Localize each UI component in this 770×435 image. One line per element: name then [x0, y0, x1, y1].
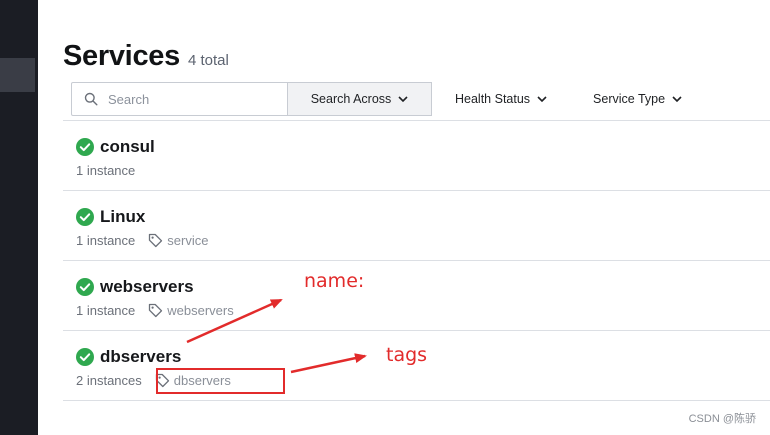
service-row[interactable]: dbservers 2 instances dbservers [63, 331, 770, 401]
instance-count: 1 instance [76, 233, 136, 248]
tag-label: webservers [167, 303, 234, 318]
sidebar [0, 0, 38, 435]
search-across-label: Search Across [310, 92, 392, 106]
service-name[interactable]: consul [100, 137, 155, 157]
instance-count: 1 instance [76, 303, 136, 318]
service-tag: webservers [148, 303, 234, 318]
instance-count: 2 instances [76, 373, 142, 388]
service-row[interactable]: Linux 1 instance service [63, 191, 770, 261]
service-type-label: Service Type [593, 92, 666, 106]
tag-icon [149, 233, 163, 248]
page-header: Services 4 total [63, 40, 229, 73]
service-row[interactable]: webservers 1 instance webservers [63, 261, 770, 331]
search-box[interactable] [71, 82, 288, 116]
filter-bar: Search Across Health Status Service Type [71, 82, 770, 116]
service-tag: dbservers [155, 373, 231, 388]
service-tag: service [148, 233, 208, 248]
health-check-icon [76, 348, 94, 366]
health-check-icon [76, 138, 94, 156]
service-name[interactable]: dbservers [100, 347, 181, 367]
chevron-down-icon [537, 95, 547, 102]
tag-label: dbservers [173, 373, 231, 388]
service-name[interactable]: Linux [100, 207, 145, 227]
health-status-dropdown[interactable]: Health Status [455, 82, 547, 116]
health-check-icon [76, 208, 94, 226]
tag-label: service [167, 233, 209, 248]
service-count: 4 total [187, 52, 229, 69]
chevron-down-icon [672, 95, 682, 102]
search-input[interactable] [106, 90, 260, 108]
name-annotation: name: [304, 270, 365, 292]
search-across-dropdown[interactable]: Search Across [288, 82, 432, 116]
service-row[interactable]: consul 1 instance [63, 121, 770, 191]
tag-icon [155, 373, 169, 388]
watermark: CSDN @陈骄 [688, 413, 756, 425]
service-type-dropdown[interactable]: Service Type [593, 82, 682, 116]
health-check-icon [76, 278, 94, 296]
chevron-down-icon [398, 95, 408, 102]
page-title: Services [63, 40, 180, 72]
search-icon [84, 92, 98, 106]
health-status-label: Health Status [455, 92, 531, 106]
service-name[interactable]: webservers [100, 277, 194, 297]
tag-icon [149, 303, 163, 318]
instance-count: 1 instance [76, 163, 136, 178]
sidebar-active-item[interactable] [0, 58, 35, 92]
tags-annotation: tags [386, 344, 428, 366]
